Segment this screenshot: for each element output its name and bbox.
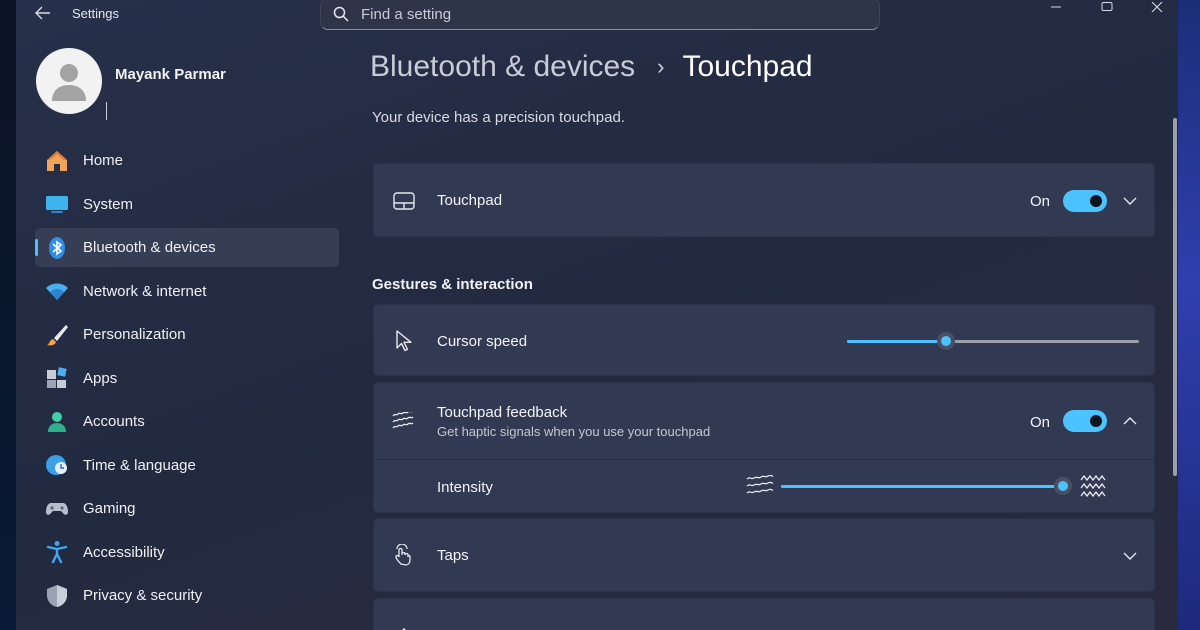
intensity-label: Intensity [437,479,493,496]
back-arrow-icon [35,6,50,20]
text-caret [106,102,107,120]
gamepad-icon [45,497,69,521]
sidebar-item-apps[interactable]: Apps [35,359,339,398]
cursor-speed-slider[interactable] [847,332,1139,350]
chevron-down-icon[interactable] [1120,191,1140,211]
person-icon [52,64,86,101]
sidebar-item-network[interactable]: Network & internet [35,272,339,311]
sidebar-item-label: Personalization [83,326,186,343]
search-icon [321,6,361,22]
accounts-icon [45,410,69,434]
maximize-button[interactable] [1087,0,1127,14]
touchpad-card[interactable]: Touchpad On [373,163,1155,237]
system-icon [45,192,69,216]
user-name: Mayank Parmar [115,66,226,83]
chevron-down-icon[interactable] [1120,546,1140,566]
next-settings-card[interactable] [373,598,1155,630]
close-button[interactable] [1137,0,1177,14]
sidebar-item-accounts[interactable]: Accounts [35,402,339,441]
touchpad-feedback-card[interactable]: Touchpad feedback Get haptic signals whe… [373,382,1155,513]
globe-clock-icon [45,453,69,477]
taps-card[interactable]: Taps [373,518,1155,592]
cursor-speed-label: Cursor speed [437,333,528,350]
sidebar-item-label: Accounts [83,413,145,430]
scrollbar[interactable] [1173,118,1177,476]
section-title: Gestures & interaction [372,276,533,293]
touchpad-feedback-description: Get haptic signals when you use your tou… [437,424,711,439]
cursor-speed-card: Cursor speed [373,304,1155,376]
apps-icon [45,366,69,390]
touchpad-icon [392,189,416,213]
breadcrumb: Bluetooth & devices › Touchpad [370,50,813,84]
feedback-toggle[interactable] [1063,410,1107,432]
sidebar-item-accessibility[interactable]: Accessibility [35,533,339,572]
sidebar-item-bluetooth-devices[interactable]: Bluetooth & devices [35,228,339,267]
high-intensity-icon [1080,474,1108,504]
touchpad-label: Touchpad [437,192,503,209]
app-title: Settings [72,6,119,21]
chevron-up-icon[interactable] [1120,411,1140,431]
sidebar-item-label: Gaming [83,500,136,517]
page-title: Touchpad [682,50,813,83]
search-box[interactable] [320,0,880,30]
sidebar-item-home[interactable]: Home [35,141,339,180]
slider-thumb[interactable] [937,332,956,350]
desktop-background-right [1178,0,1200,630]
settings-window: Settings Mayank Parmar [16,0,1178,630]
page-subtitle: Your device has a precision touchpad. [372,109,625,126]
sidebar-item-personalization[interactable]: Personalization [35,315,339,354]
accessibility-icon [45,540,69,564]
user-profile[interactable]: Mayank Parmar [36,48,226,120]
chevron-right-icon: › [657,54,665,79]
sidebar-item-label: Privacy & security [83,587,203,604]
avatar [36,48,102,114]
sidebar-item-label: Time & language [83,456,196,474]
sidebar-item-label: Apps [83,369,118,387]
sidebar-item-privacy-security[interactable]: Privacy & security [35,576,339,615]
bluetooth-icon [45,236,69,260]
touchpad-state: On [1030,193,1051,210]
brush-icon [45,323,69,347]
shield-icon [45,584,69,608]
home-icon [45,149,69,173]
cursor-icon [392,329,416,353]
maximize-icon [1101,2,1113,11]
sidebar-nav: Home System Bluetooth & devices Network … [35,141,339,620]
minimize-icon [1051,6,1061,8]
slider-fill [781,485,1063,488]
close-icon [1151,2,1163,12]
search-input[interactable] [361,5,841,23]
taps-label: Taps [437,547,469,564]
slider-thumb[interactable] [1054,477,1072,495]
sidebar-item-label: System [83,195,134,213]
minimize-button[interactable] [1036,0,1076,14]
wifi-icon [45,279,69,303]
sidebar-item-label: Accessibility [83,543,165,561]
back-button[interactable] [32,2,54,24]
scroll-gesture-icon [392,619,416,630]
sidebar-item-label: Network & internet [83,282,207,300]
sidebar-item-label: Home [83,152,124,169]
tap-gesture-icon [392,543,416,567]
haptic-waves-icon [392,409,416,433]
touchpad-toggle[interactable] [1063,190,1107,212]
feedback-state: On [1030,414,1051,431]
breadcrumb-parent-link[interactable]: Bluetooth & devices [370,50,635,84]
low-intensity-icon [746,474,774,502]
sidebar-item-system[interactable]: System [35,185,339,224]
divider [374,459,1154,460]
title-bar: Settings [16,0,1178,30]
sidebar-item-time-language[interactable]: Time & language [35,446,339,485]
sidebar-item-gaming[interactable]: Gaming [35,489,339,528]
slider-fill [847,340,947,343]
touchpad-feedback-label: Touchpad feedback [437,404,568,421]
desktop-background-left [0,0,16,630]
sidebar-item-label: Bluetooth & devices [83,239,216,256]
intensity-slider[interactable] [781,477,1072,495]
